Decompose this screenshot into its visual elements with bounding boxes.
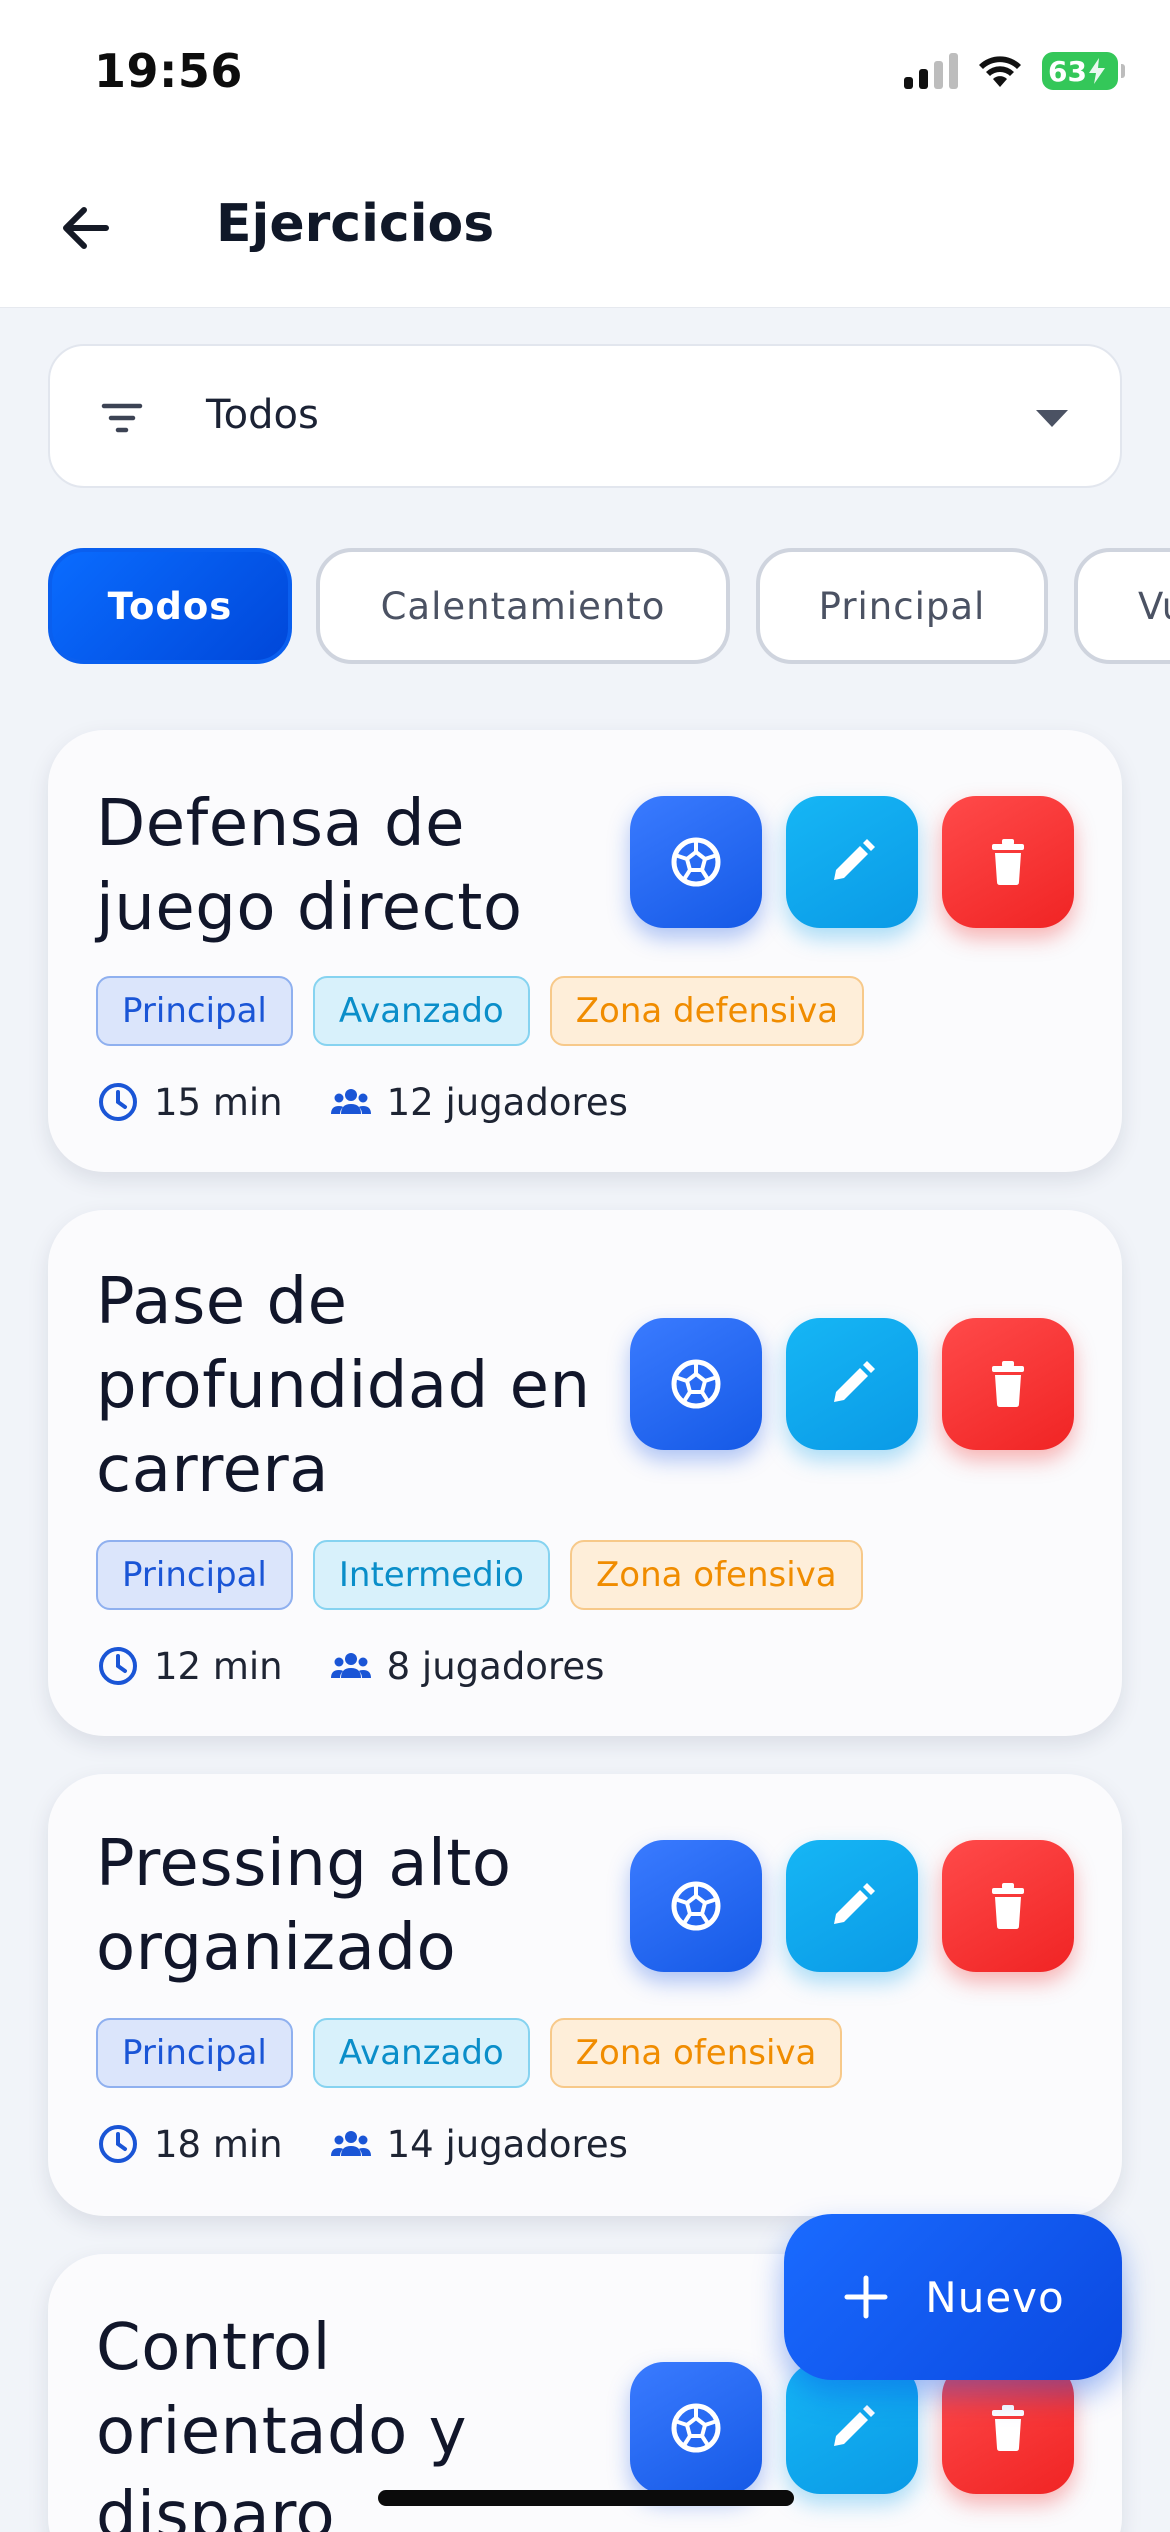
group-users-icon	[330, 1089, 371, 1114]
wifi-icon	[979, 56, 1021, 87]
charging-bolt-icon	[1088, 58, 1105, 84]
exercise-title: Pressing alto organizado	[96, 1827, 512, 1985]
exercise-title: Defensa de juego directo	[96, 787, 523, 945]
clock-icon	[99, 1083, 137, 1121]
group-users-icon	[330, 1653, 371, 1678]
players-text: 12 jugadores	[386, 1080, 628, 1124]
page-title: Ejercicios	[216, 194, 495, 254]
exercise-card[interactable]: Defensa de juego directo Principal Avanz…	[48, 730, 1122, 1172]
soccer-ball-icon	[671, 837, 721, 887]
group-users-icon	[330, 2131, 371, 2156]
chip-todos[interactable]: Todos	[48, 548, 292, 664]
trash-icon	[992, 1883, 1024, 1929]
edit-button[interactable]	[786, 1318, 918, 1450]
edit-button[interactable]	[786, 1840, 918, 1972]
delete-button[interactable]	[942, 1840, 1074, 1972]
exercise-title: Pase de profundidad en carrera	[96, 1265, 591, 1507]
edit-button[interactable]	[786, 2362, 918, 2494]
new-exercise-button[interactable]: Nuevo	[784, 2214, 1122, 2380]
status-icons: 63	[904, 52, 1125, 90]
tag-list: Principal Intermedio Zona ofensiva	[96, 1540, 863, 1610]
exercise-meta: 15 min 12 jugadores	[96, 1080, 628, 1124]
clock-icon	[99, 1647, 137, 1685]
view-drill-button[interactable]	[630, 796, 762, 928]
status-bar: 19:56 63	[0, 0, 1170, 150]
tag-list: Principal Avanzado Zona ofensiva	[96, 2018, 843, 2088]
duration-text: 18 min	[154, 2122, 283, 2166]
duration-text: 15 min	[154, 1080, 283, 1124]
trash-icon	[992, 839, 1024, 885]
new-button-label: Nuevo	[925, 2272, 1065, 2322]
exercise-card[interactable]: Pressing alto organizado Principal Avanz…	[48, 1774, 1122, 2216]
delete-button[interactable]	[942, 2362, 1074, 2494]
battery-level: 63	[1048, 54, 1087, 88]
view-drill-button[interactable]	[630, 2362, 762, 2494]
duration-text: 12 min	[154, 1644, 283, 1688]
chip-principal[interactable]: Principal	[756, 548, 1048, 664]
view-drill-button[interactable]	[630, 1318, 762, 1450]
zone-tag: Zona ofensiva	[569, 1540, 863, 1610]
players-text: 14 jugadores	[386, 2122, 628, 2166]
tag-list: Principal Avanzado Zona defensiva	[96, 976, 865, 1046]
level-tag: Avanzado	[312, 976, 530, 1046]
level-tag: Avanzado	[312, 2018, 530, 2088]
category-tag: Principal	[96, 2018, 293, 2088]
delete-button[interactable]	[942, 1318, 1074, 1450]
chevron-down-icon	[1036, 410, 1068, 427]
cellular-signal-icon	[904, 53, 958, 89]
zone-tag: Zona defensiva	[549, 976, 865, 1046]
pencil-icon	[834, 839, 875, 880]
category-chip-row[interactable]: Todos Calentamiento Principal Vu	[48, 548, 1170, 666]
status-time: 19:56	[94, 44, 243, 98]
plus-icon	[844, 2275, 888, 2319]
pencil-icon	[834, 1361, 875, 1402]
chip-calentamiento[interactable]: Calentamiento	[316, 548, 730, 664]
soccer-ball-icon	[671, 1881, 721, 1931]
trash-icon	[992, 1361, 1024, 1407]
pencil-icon	[834, 1883, 875, 1924]
category-tag: Principal	[96, 976, 293, 1046]
exercise-card[interactable]: Pase de profundidad en carrera Principal…	[48, 1210, 1122, 1736]
delete-button[interactable]	[942, 796, 1074, 928]
edit-button[interactable]	[786, 796, 918, 928]
home-indicator	[378, 2490, 794, 2506]
view-drill-button[interactable]	[630, 1840, 762, 1972]
category-tag: Principal	[96, 1540, 293, 1610]
filter-selected-value: Todos	[206, 392, 319, 438]
level-tag: Intermedio	[312, 1540, 550, 1610]
players-text: 8 jugadores	[386, 1644, 605, 1688]
filter-icon	[101, 403, 143, 433]
trash-icon	[992, 2405, 1024, 2451]
back-arrow-icon[interactable]	[54, 196, 118, 260]
app-header: Ejercicios	[0, 150, 1170, 308]
exercise-meta: 12 min 8 jugadores	[96, 1644, 604, 1688]
filter-dropdown[interactable]: Todos	[48, 344, 1122, 488]
exercise-meta: 18 min 14 jugadores	[96, 2122, 628, 2166]
soccer-ball-icon	[671, 1359, 721, 1409]
zone-tag: Zona ofensiva	[549, 2018, 843, 2088]
soccer-ball-icon	[671, 2403, 721, 2453]
pencil-icon	[834, 2405, 875, 2446]
clock-icon	[99, 2125, 137, 2163]
battery-icon: 63	[1042, 52, 1125, 90]
chip-partial[interactable]: Vu	[1074, 548, 1170, 664]
